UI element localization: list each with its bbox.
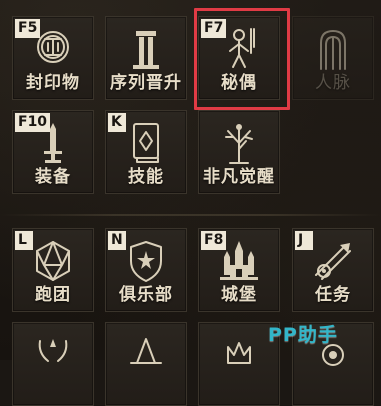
swords-icon [310,239,356,283]
tile-skills[interactable]: K 技能 [105,110,187,194]
tile-beyonder[interactable]: 非凡觉醒 [198,110,280,194]
tile-quests[interactable]: J 任务 [292,228,374,312]
crown-icon [216,333,262,377]
tile-label: 非凡觉醒 [203,167,275,187]
hotkey-badge: F8 [201,231,227,250]
shield-icon [123,239,169,283]
tile-partial[interactable] [105,322,187,406]
tile-castle[interactable]: F8 城堡 [198,228,280,312]
hotkey-badge: J [295,231,313,250]
tile-club[interactable]: N 俱乐部 [105,228,187,312]
hotkey-badge: K [108,113,126,132]
tile-label: 跑团 [35,285,71,305]
tile-label: 俱乐部 [119,285,173,305]
hotkey-badge: F5 [15,19,41,38]
tile-label: 人脉 [315,73,351,93]
tile-label: 技能 [128,167,164,187]
doorway-icon [310,27,356,71]
watermark: PP助手 [268,324,338,346]
tile-label: 装备 [35,167,71,187]
laurel-icon [30,333,76,377]
tile-relations[interactable]: 人脉 [292,16,374,100]
tile-sequence[interactable]: 序列晋升 [105,16,187,100]
hotkey-badge: F10 [15,113,51,132]
d20-icon [30,239,76,283]
tile-equipment[interactable]: F10 装备 [12,110,94,194]
section-divider [0,214,381,216]
tile-team[interactable]: L 跑团 [12,228,94,312]
tile-partial[interactable] [12,322,94,406]
tile-label: 任务 [315,285,351,305]
pillar-icon [123,27,169,71]
tile-secret-puppet[interactable]: F7 秘偶 [198,16,280,100]
tile-label: 封印物 [26,73,80,93]
book-icon [123,121,169,165]
hat-icon [123,333,169,377]
tree-icon [216,121,262,165]
tile-label: 序列晋升 [110,73,182,93]
tile-label: 城堡 [221,285,257,305]
hotkey-badge: L [15,231,33,250]
hotkey-badge: F7 [201,19,227,38]
tile-seal[interactable]: F5 封印物 [12,16,94,100]
hotkey-badge: N [108,231,126,250]
tile-label: 秘偶 [221,73,257,93]
